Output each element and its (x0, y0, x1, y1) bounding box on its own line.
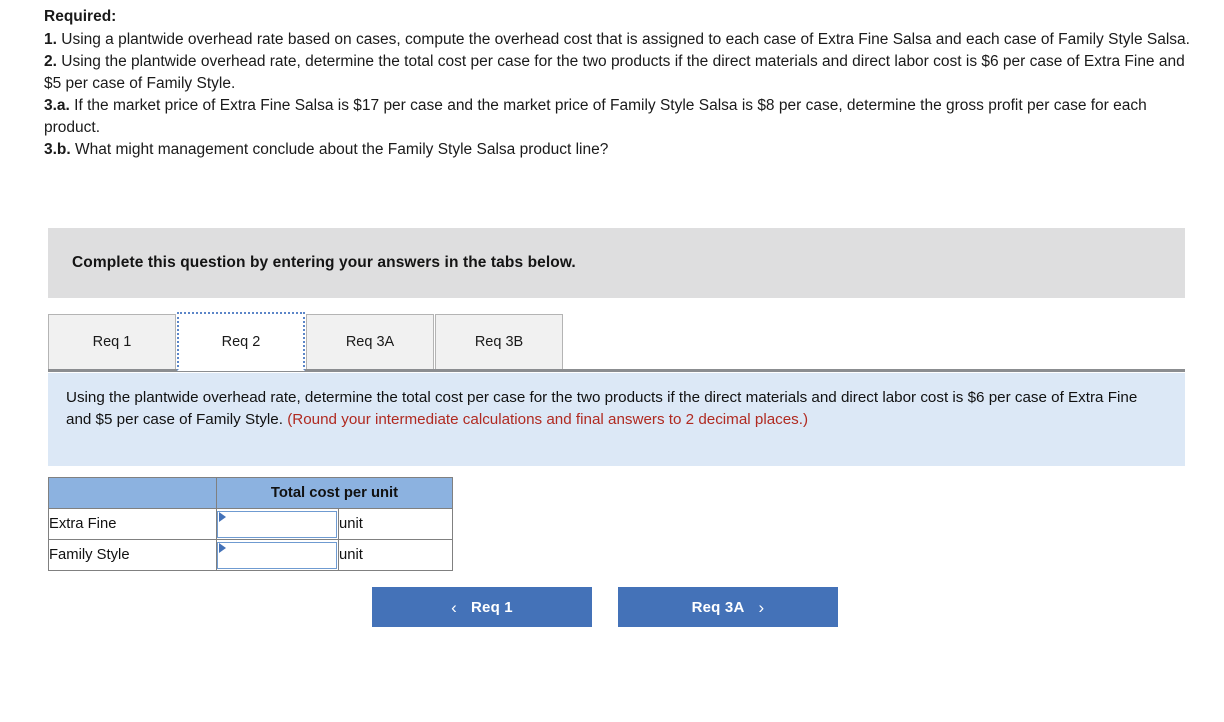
required-item-3b: 3.b. What might management conclude abou… (44, 139, 1192, 161)
tab-req-3a[interactable]: Req 3A (306, 314, 434, 369)
tab-strip: Req 1 Req 2 Req 3A Req 3B (48, 310, 1185, 372)
chevron-left-icon: ‹ (451, 597, 457, 617)
required-item-2: 2. Using the plantwide overhead rate, de… (44, 51, 1192, 95)
next-req-button[interactable]: Req 3A › (618, 587, 838, 627)
tab-list: Req 1 Req 2 Req 3A Req 3B (48, 310, 564, 371)
question-panel-paragraph: Using the plantwide overhead rate, deter… (66, 387, 1165, 431)
answer-table-header-row: Total cost per unit (48, 477, 453, 509)
required-item-2-text: Using the plantwide overhead rate, deter… (44, 53, 1185, 92)
instruction-banner-text: Complete this question by entering your … (72, 254, 576, 271)
table-row: Family Style unit (48, 539, 453, 571)
total-cost-input-extra-fine[interactable] (217, 511, 337, 538)
row-unit-family-style: unit (338, 539, 453, 571)
answer-table-body: Extra Fine unit Family Style unit (48, 508, 453, 571)
navigation-buttons: ‹ Req 1 Req 3A › (372, 587, 838, 627)
question-panel-rounding-note: (Round your intermediate calculations an… (287, 411, 809, 429)
required-item-1: 1. Using a plantwide overhead rate based… (44, 29, 1192, 51)
tab-req-1[interactable]: Req 1 (48, 314, 176, 369)
required-item-2-number: 2. (44, 53, 57, 70)
required-item-3a-text: If the market price of Extra Fine Salsa … (44, 97, 1147, 136)
tab-req-3b-label: Req 3B (474, 334, 524, 350)
previous-req-button[interactable]: ‹ Req 1 (372, 587, 592, 627)
exercise-page: Required: 1. Using a plantwide overhead … (0, 0, 1224, 722)
answer-table-header-total: Total cost per unit (216, 477, 453, 509)
row-input-cell-extra-fine[interactable] (216, 508, 339, 540)
total-cost-input-family-style[interactable] (217, 542, 337, 569)
row-label-family-style: Family Style (48, 539, 217, 571)
row-input-cell-family-style[interactable] (216, 539, 339, 571)
tab-req-3b[interactable]: Req 3B (435, 314, 563, 369)
next-req-button-label: Req 3A (691, 598, 745, 616)
required-item-3a: 3.a. If the market price of Extra Fine S… (44, 95, 1192, 139)
table-row: Extra Fine unit (48, 508, 453, 540)
question-panel: Using the plantwide overhead rate, deter… (48, 373, 1185, 466)
answer-table-header-blank (48, 477, 217, 509)
required-item-1-number: 1. (44, 31, 57, 48)
instruction-banner: Complete this question by entering your … (48, 228, 1185, 298)
tab-req-2-label: Req 2 (221, 333, 261, 350)
tab-req-3a-label: Req 3A (345, 334, 395, 350)
answer-table-head: Total cost per unit (48, 477, 453, 509)
required-item-1-text: Using a plantwide overhead rate based on… (56, 31, 1190, 48)
required-section: Required: 1. Using a plantwide overhead … (44, 6, 1192, 161)
required-item-3a-number: 3.a. (44, 97, 70, 114)
row-label-extra-fine: Extra Fine (48, 508, 217, 540)
chevron-right-icon: › (758, 597, 765, 617)
answer-table: Total cost per unit Extra Fine unit Fami… (48, 477, 453, 571)
row-unit-extra-fine: unit (338, 508, 453, 540)
required-item-3b-number: 3.b. (44, 141, 71, 158)
required-item-3b-text: What might management conclude about the… (70, 141, 609, 158)
required-heading: Required: (44, 8, 117, 25)
tab-req-2[interactable]: Req 2 (177, 312, 305, 371)
tab-req-1-label: Req 1 (92, 334, 132, 350)
previous-req-button-label: Req 1 (471, 598, 513, 616)
